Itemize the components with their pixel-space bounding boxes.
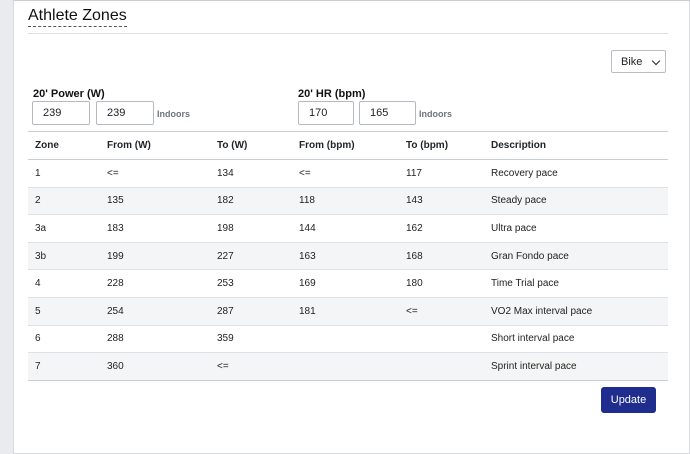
- cell-to-bpm: 117: [399, 159, 484, 188]
- cell-description: Steady pace: [484, 187, 668, 216]
- cell-to-bpm: [399, 325, 484, 354]
- cell-from-bpm: 118: [292, 187, 399, 216]
- athlete-zones-card: Athlete Zones Bike 20' Power (W) 239 239…: [13, 0, 690, 454]
- cell-from-w: <=: [100, 159, 210, 188]
- table-row: 2 135 182 118 143 Steady pace: [28, 187, 668, 216]
- header-to-w: To (W): [210, 131, 292, 160]
- cell-zone: 1: [28, 159, 100, 188]
- table-row: 4 228 253 169 180 Time Trial pace: [28, 269, 668, 298]
- cell-from-bpm: [292, 325, 399, 354]
- cell-to-bpm: 162: [399, 214, 484, 243]
- cell-to-w: 253: [210, 269, 292, 298]
- cell-description: Short interval pace: [484, 325, 668, 354]
- power-input-1[interactable]: 239: [32, 101, 90, 125]
- cell-from-w: 183: [100, 214, 210, 243]
- table-row: 1 <= 134 <= 117 Recovery pace: [28, 159, 668, 188]
- cell-description: Time Trial pace: [484, 269, 668, 298]
- cell-to-bpm: 168: [399, 242, 484, 271]
- header-from-w: From (W): [100, 131, 210, 160]
- hr-input-2[interactable]: 165: [359, 101, 416, 125]
- sport-select[interactable]: Bike: [611, 50, 666, 73]
- cell-to-w: <=: [210, 352, 292, 381]
- cell-from-w: 135: [100, 187, 210, 216]
- table-row: 7 360 <= Sprint interval pace: [28, 352, 668, 381]
- table-row: 3b 199 227 163 168 Gran Fondo pace: [28, 242, 668, 271]
- header-from-bpm: From (bpm): [292, 131, 399, 160]
- power-input-2[interactable]: 239: [96, 101, 154, 125]
- cell-from-w: 360: [100, 352, 210, 381]
- table-row: 5 254 287 181 <= VO2 Max interval pace: [28, 297, 668, 326]
- cell-description: Ultra pace: [484, 214, 668, 243]
- cell-to-w: 198: [210, 214, 292, 243]
- cell-to-w: 134: [210, 159, 292, 188]
- table-row: 6 288 359 Short interval pace: [28, 325, 668, 354]
- cell-to-w: 287: [210, 297, 292, 326]
- chevron-down-icon: [651, 56, 661, 66]
- cell-from-bpm: <=: [292, 159, 399, 188]
- title-divider: [28, 33, 668, 34]
- cell-to-w: 182: [210, 187, 292, 216]
- zones-table: Zone From (W) To (W) From (bpm) To (bpm)…: [28, 131, 668, 381]
- power-indoors-note: Indoors: [157, 109, 190, 119]
- hr-indoors-note: Indoors: [419, 109, 452, 119]
- cell-from-bpm: [292, 352, 399, 381]
- hr-label: 20' HR (bpm): [298, 88, 366, 100]
- header-to-bpm: To (bpm): [399, 131, 484, 160]
- cell-zone: 3a: [28, 214, 100, 243]
- cell-to-w: 359: [210, 325, 292, 354]
- table-row: 3a 183 198 144 162 Ultra pace: [28, 214, 668, 243]
- cell-from-w: 288: [100, 325, 210, 354]
- cell-from-bpm: 181: [292, 297, 399, 326]
- cell-to-w: 227: [210, 242, 292, 271]
- cell-zone: 3b: [28, 242, 100, 271]
- cell-to-bpm: 143: [399, 187, 484, 216]
- update-button[interactable]: Update: [601, 387, 656, 413]
- cell-from-bpm: 163: [292, 242, 399, 271]
- cell-to-bpm: <=: [399, 297, 484, 326]
- cell-zone: 6: [28, 325, 100, 354]
- hr-input-1[interactable]: 170: [298, 101, 354, 125]
- cell-to-bpm: 180: [399, 269, 484, 298]
- cell-from-w: 228: [100, 269, 210, 298]
- cell-description: VO2 Max interval pace: [484, 297, 668, 326]
- cell-from-bpm: 144: [292, 214, 399, 243]
- cell-from-w: 254: [100, 297, 210, 326]
- cell-description: Gran Fondo pace: [484, 242, 668, 271]
- cell-zone: 5: [28, 297, 100, 326]
- cell-zone: 7: [28, 352, 100, 381]
- table-header-row: Zone From (W) To (W) From (bpm) To (bpm)…: [28, 131, 668, 160]
- page-title: Athlete Zones: [28, 7, 127, 27]
- cell-from-w: 199: [100, 242, 210, 271]
- cell-description: Sprint interval pace: [484, 352, 668, 381]
- header-zone: Zone: [28, 131, 100, 160]
- cell-to-bpm: [399, 352, 484, 381]
- cell-zone: 2: [28, 187, 100, 216]
- header-description: Description: [484, 131, 668, 160]
- cell-from-bpm: 169: [292, 269, 399, 298]
- power-label: 20' Power (W): [33, 88, 105, 100]
- sport-select-value: Bike: [621, 55, 643, 68]
- cell-description: Recovery pace: [484, 159, 668, 188]
- cell-zone: 4: [28, 269, 100, 298]
